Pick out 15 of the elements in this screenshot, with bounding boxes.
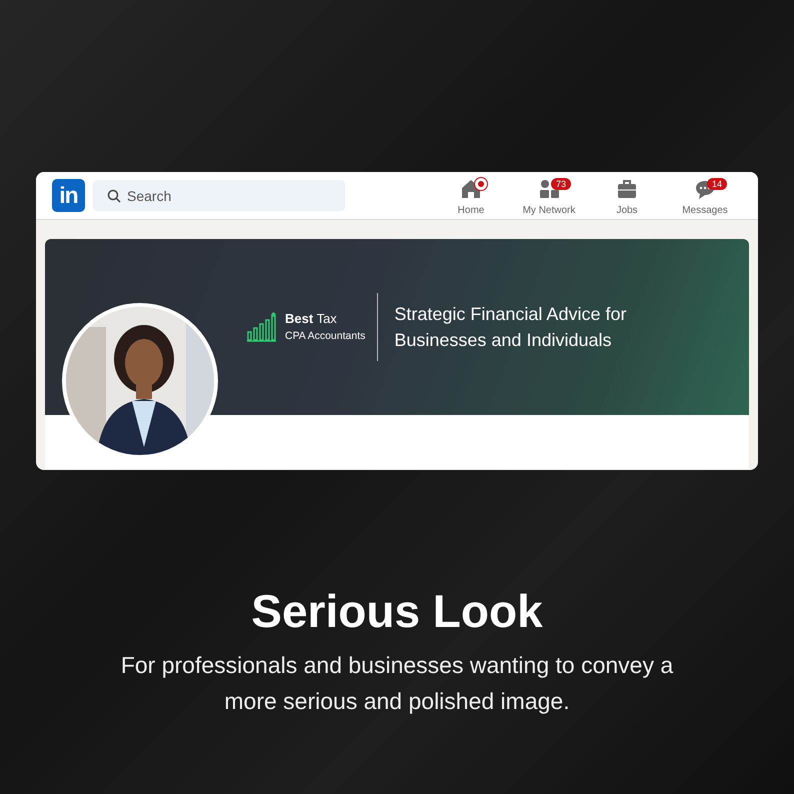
nav-item[interactable]: My Network 73	[510, 174, 588, 218]
notification-count: 14	[707, 178, 728, 190]
description: For professionals and businesses wanting to convey a more serious and polished image.	[120, 651, 674, 716]
nav-item[interactable]: Jobs	[588, 174, 666, 218]
notification-count: 73	[551, 178, 572, 190]
nav-item[interactable]: Home	[432, 174, 510, 218]
headline: Serious Look	[250, 588, 544, 634]
bar-chart-icon	[245, 312, 277, 342]
brand-name: Best Tax	[285, 310, 338, 328]
nav-item[interactable]: Messages 14	[666, 174, 744, 218]
briefcase-icon	[616, 178, 638, 200]
logo[interactable]: in	[52, 179, 85, 212]
search-field[interactable]: Search	[93, 180, 345, 211]
banner-tagline: Strategic Financial Advice for Businesses and Individuals	[394, 302, 628, 352]
brand-subtitle: CPA Accountants	[285, 328, 366, 344]
